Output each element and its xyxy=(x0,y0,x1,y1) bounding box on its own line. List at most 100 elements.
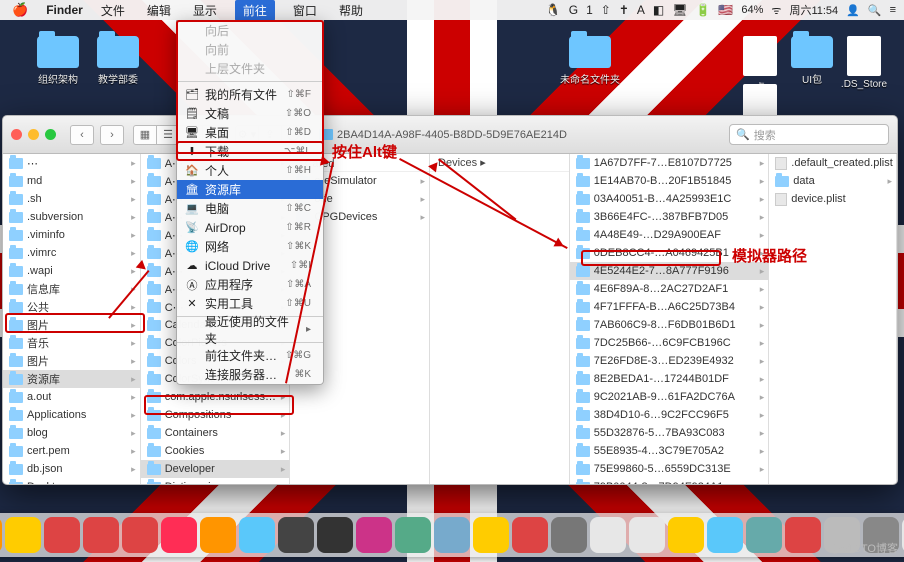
menubar-extra[interactable]: 🇺🇸 xyxy=(718,3,733,17)
column-row[interactable]: 7AB606C9-8…F6DB01B6D1▸ xyxy=(570,316,769,334)
dock-app[interactable] xyxy=(317,517,353,553)
menubar-search[interactable]: 🔍 xyxy=(868,4,882,17)
column-row[interactable]: 4E6F89A-8…2AC27D2AF1▸ xyxy=(570,280,769,298)
menubar-clock[interactable]: 周六11:54 xyxy=(789,2,838,18)
column-row[interactable]: .viminfo▸ xyxy=(3,226,140,244)
desktop-icon[interactable]: .DS_Store xyxy=(834,36,894,90)
go-menu-item[interactable]: 🗒文稿⇧⌘O xyxy=(177,104,323,123)
dock-app[interactable] xyxy=(200,517,236,553)
column-row[interactable]: Cookies▸ xyxy=(141,442,290,460)
dock-app[interactable] xyxy=(551,517,587,553)
go-menu-item[interactable]: 📡AirDrop⇧⌘R xyxy=(177,218,323,237)
menubar-extra[interactable]: ✝ xyxy=(619,3,629,17)
column-row[interactable]: 9C2021AB-9…61FA2DC76A▸ xyxy=(570,388,769,406)
go-menu-item[interactable]: 🏛资源库 xyxy=(177,180,323,199)
menubar-extra[interactable]: ◧ xyxy=(653,3,664,17)
go-menu-item[interactable]: ⬇下载⌥⌘L xyxy=(177,142,323,161)
column-row[interactable]: Dictionaries▸ xyxy=(141,478,290,484)
column-row[interactable]: ⋯▸ xyxy=(3,154,140,172)
dock-app[interactable] xyxy=(0,517,2,553)
column-row[interactable]: 4E5244E2-7…8A777F9196▸ xyxy=(570,262,769,280)
column-row[interactable]: md▸ xyxy=(3,172,140,190)
menubar-extra[interactable]: A xyxy=(637,3,645,17)
column-row[interactable]: .vimrc▸ xyxy=(3,244,140,262)
menu-help[interactable]: 帮助 xyxy=(335,0,367,21)
dock-app[interactable] xyxy=(83,517,119,553)
column-row[interactable]: 图片▸ xyxy=(3,352,140,370)
zoom-button[interactable] xyxy=(45,129,56,140)
column-row[interactable]: a.out▸ xyxy=(3,388,140,406)
column-row[interactable]: 7DC25B66-…6C9FCB196C▸ xyxy=(570,334,769,352)
column-row[interactable]: Compositions▸ xyxy=(141,406,290,424)
dock-app[interactable] xyxy=(590,517,626,553)
desktop-icon[interactable]: 未命名文件夹 xyxy=(560,36,620,86)
go-menu-item[interactable]: Ⓐ应用程序⇧⌘A xyxy=(177,275,323,294)
view-icon[interactable]: ▦ xyxy=(133,125,157,145)
column-row[interactable]: 8E2BEDA1-…17244B01DF▸ xyxy=(570,370,769,388)
dock-app[interactable] xyxy=(668,517,704,553)
close-button[interactable] xyxy=(11,129,22,140)
go-menu-item[interactable]: 💻电脑⇧⌘C xyxy=(177,199,323,218)
minimize-button[interactable] xyxy=(28,129,39,140)
column-row[interactable]: 4A48E49-…D29A900EAF▸ xyxy=(570,226,769,244)
column-row[interactable]: 03A40051-B…4A25993E1C▸ xyxy=(570,190,769,208)
menubar-extra[interactable]: 🔋 xyxy=(695,3,710,17)
menubar-battery[interactable]: 64% xyxy=(741,4,763,16)
menu-view[interactable]: 显示 xyxy=(189,0,221,21)
back-button[interactable]: ‹ xyxy=(70,125,94,145)
menubar-menu[interactable]: ≡ xyxy=(890,4,896,16)
menu-edit[interactable]: 编辑 xyxy=(143,0,175,21)
column-row[interactable]: 38D4D10-6…9C2FCC96F5▸ xyxy=(570,406,769,424)
go-menu-item[interactable]: 最近使用的文件夹▸ xyxy=(177,320,323,339)
column-row[interactable]: 7E26FD8E-3…ED239E4932▸ xyxy=(570,352,769,370)
column-row[interactable]: 55D32876-5…7BA93C083▸ xyxy=(570,424,769,442)
dock-app[interactable] xyxy=(44,517,80,553)
column-row[interactable]: .default_created.plist xyxy=(769,154,896,172)
column-row[interactable]: com.apple.nsurlsessiond▸ xyxy=(141,388,290,406)
go-menu-item[interactable]: ✕实用工具⇧⌘U xyxy=(177,294,323,313)
column-row[interactable]: 4F71FFFA-B…A6C25D73B4▸ xyxy=(570,298,769,316)
dock-app[interactable] xyxy=(707,517,743,553)
go-menu-item[interactable]: 🌐网络⇧⌘K xyxy=(177,237,323,256)
column-row[interactable]: .sh▸ xyxy=(3,190,140,208)
desktop-icon[interactable]: 组织架构 xyxy=(28,36,88,86)
app-name[interactable]: Finder xyxy=(46,3,83,17)
column-row[interactable]: 1A67D7FF-7…E8107D7725▸ xyxy=(570,154,769,172)
column-row[interactable]: 55E8935-4…3C79E705A2▸ xyxy=(570,442,769,460)
column-row[interactable]: Desktop▸ xyxy=(3,478,140,484)
column-row[interactable]: Developer▸ xyxy=(141,460,290,478)
menubar-extra[interactable]: G xyxy=(569,3,578,17)
column-row[interactable]: 信息库▸ xyxy=(3,280,140,298)
column-row[interactable]: 79B0044-8…7D94F924A1▸ xyxy=(570,478,769,484)
dock-app[interactable] xyxy=(239,517,275,553)
column-row[interactable]: cert.pem▸ xyxy=(3,442,140,460)
dock-app[interactable] xyxy=(785,517,821,553)
column-row[interactable]: 资源库▸ xyxy=(3,370,140,388)
menu-go[interactable]: 前往 xyxy=(235,0,275,21)
dock-app[interactable] xyxy=(395,517,431,553)
column-row[interactable]: 图片▸ xyxy=(3,316,140,334)
dock-app[interactable] xyxy=(629,517,665,553)
dock-app[interactable] xyxy=(746,517,782,553)
menubar-user[interactable]: 👤 xyxy=(846,4,860,17)
go-menu-item[interactable]: 🏠个人⇧⌘H xyxy=(177,161,323,180)
menu-window[interactable]: 窗口 xyxy=(289,0,321,21)
menubar-extra[interactable]: ⇧ xyxy=(601,3,611,17)
menubar-extra[interactable]: 1 xyxy=(586,3,593,17)
go-menu-item[interactable]: 连接服务器…⌘K xyxy=(177,365,323,384)
go-menu-item[interactable]: 🖥桌面⇧⌘D xyxy=(177,123,323,142)
column-row[interactable]: blog▸ xyxy=(3,424,140,442)
dock-app[interactable] xyxy=(122,517,158,553)
menu-file[interactable]: 文件 xyxy=(97,0,129,21)
dock-app[interactable] xyxy=(434,517,470,553)
menubar-extra[interactable]: 🐧 xyxy=(546,3,561,17)
dock-app[interactable] xyxy=(5,517,41,553)
column-row[interactable]: 0DEB8CC4-…A0469425B1▸ xyxy=(570,244,769,262)
forward-button[interactable]: › xyxy=(100,125,124,145)
dock-app[interactable] xyxy=(278,517,314,553)
apple-menu[interactable]: 🍎 xyxy=(8,0,32,20)
go-menu-item[interactable]: 前往文件夹…⇧⌘G xyxy=(177,346,323,365)
desktop-icon[interactable]: 教学部委 xyxy=(88,36,148,86)
column-row[interactable]: device.plist xyxy=(769,190,896,208)
dock-app[interactable] xyxy=(512,517,548,553)
